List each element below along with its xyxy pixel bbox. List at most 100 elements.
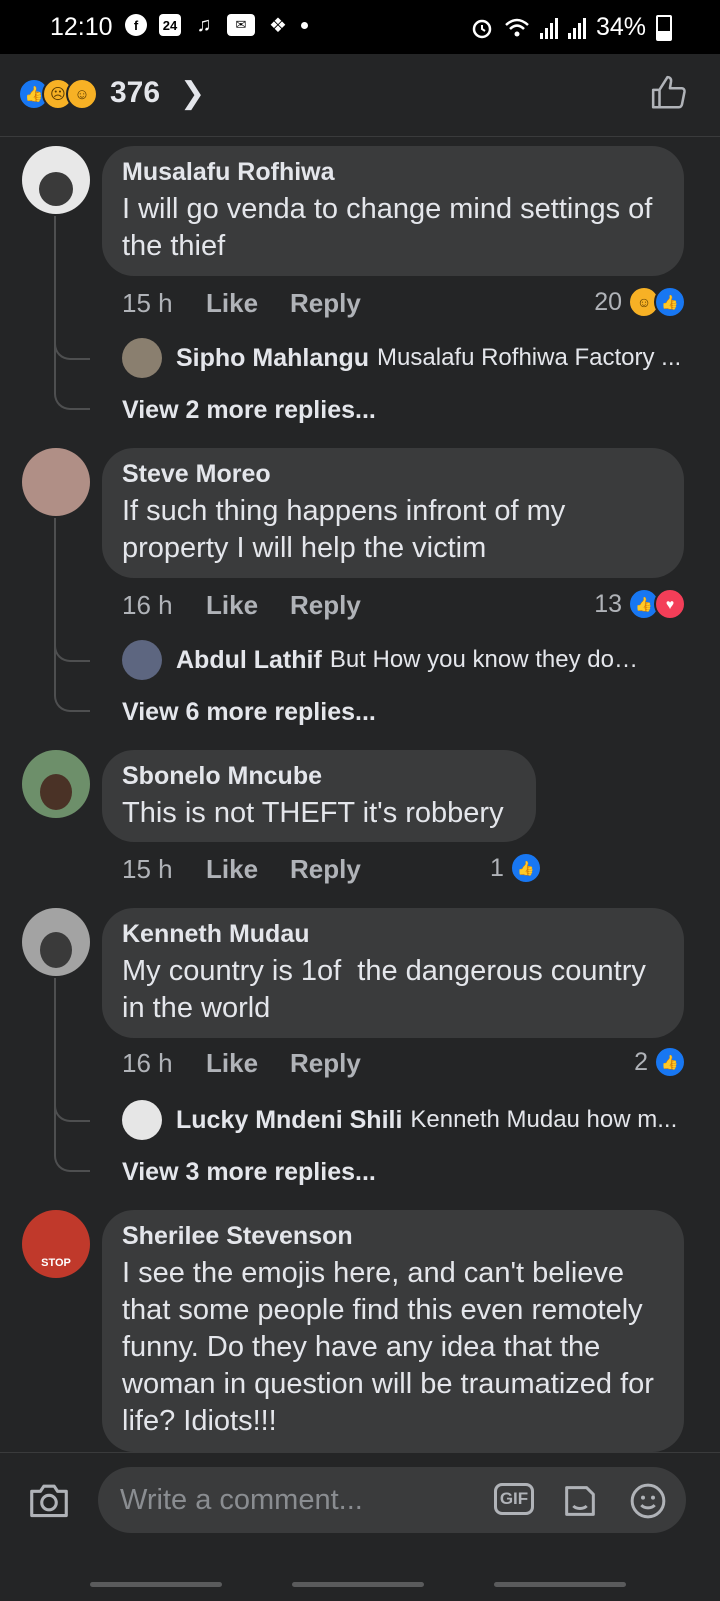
battery-icon <box>656 14 672 41</box>
like-button[interactable]: Like <box>206 854 290 885</box>
avatar[interactable] <box>22 448 90 516</box>
reaction-count[interactable]: 376 <box>110 76 160 110</box>
reaction-count: 2 <box>634 1047 648 1076</box>
gif-button[interactable]: GIF <box>494 1483 534 1515</box>
comment-bubble[interactable]: Steve Moreo If such thing happens infron… <box>102 448 684 578</box>
comment-reactions[interactable]: 2 👍 <box>634 1046 686 1078</box>
like-reaction-icon: 👍 <box>509 852 542 884</box>
reply-preview[interactable]: Abdul Lathif But How you know they don't… <box>122 640 650 680</box>
like-button[interactable]: Like <box>206 288 290 319</box>
comment-actions: 15 h Like Reply <box>122 854 361 885</box>
comment-text: This is not THEFT it's robbery <box>122 797 504 829</box>
like-button[interactable]: Like <box>206 590 290 621</box>
system-nav-bar <box>0 1557 720 1601</box>
chevron-right-icon[interactable]: ❯ <box>180 76 205 111</box>
camera-icon[interactable] <box>28 1481 70 1519</box>
thread-connector <box>54 518 90 712</box>
comment-time[interactable]: 15 h <box>122 288 206 319</box>
reply-button[interactable]: Reply <box>290 1048 361 1079</box>
avatar[interactable] <box>22 146 90 214</box>
comment-bubble[interactable]: Musalafu Rofhiwa I will go venda to chan… <box>102 146 684 276</box>
nav-home[interactable] <box>292 1582 424 1587</box>
nav-back[interactable] <box>494 1582 626 1587</box>
like-reaction-icon: 👍 <box>654 286 686 318</box>
email-icon: ✉ <box>227 14 255 36</box>
comment-text: If such thing happens infront of my prop… <box>122 495 566 564</box>
emoji-icon[interactable] <box>628 1481 668 1521</box>
comment-bubble[interactable]: Kenneth Mudau My country is 1of the dang… <box>102 908 684 1038</box>
notification-icons: f 24 ♫ ✉ ❖ <box>125 13 308 37</box>
comment-author[interactable]: Kenneth Mudau <box>122 920 664 949</box>
like-reaction-icon: 👍 <box>654 1046 686 1078</box>
comment-reactions[interactable]: 20 ☺ 👍 <box>594 286 686 318</box>
comment-time[interactable]: 16 h <box>122 590 206 621</box>
comment-composer: Write a comment... GIF <box>0 1452 720 1601</box>
avatar[interactable] <box>22 750 90 818</box>
reply-button[interactable]: Reply <box>290 854 361 885</box>
comment-author[interactable]: Musalafu Rofhiwa <box>122 158 664 187</box>
notification-icon: ♫ <box>196 13 212 36</box>
reply-author[interactable]: Abdul Lathif <box>176 646 322 675</box>
comment-actions: 16 h Like Reply <box>122 1048 361 1079</box>
comment-text: My country is 1of the dangerous country … <box>122 955 654 1024</box>
reply-author[interactable]: Lucky Mndeni Shili <box>176 1106 402 1135</box>
like-thumb-icon[interactable] <box>650 74 688 112</box>
avatar[interactable] <box>122 338 162 378</box>
comment-time[interactable]: 16 h <box>122 1048 206 1079</box>
reply-text: Kenneth Mudau how m... <box>410 1106 678 1133</box>
comment-reactions[interactable]: 13 👍 ♥ <box>594 588 686 620</box>
battery-percent: 34% <box>595 13 646 41</box>
like-button[interactable]: Like <box>206 1048 290 1079</box>
reply-preview[interactable]: Sipho Mahlangu Musalafu Rofhiwa Factory … <box>122 338 681 378</box>
love-reaction-icon: ♥ <box>654 588 686 620</box>
alarm-icon <box>472 19 492 38</box>
comment-author[interactable]: Steve Moreo <box>122 460 664 489</box>
nav-recents[interactable] <box>90 1582 222 1587</box>
status-right: 34% <box>470 13 672 42</box>
comment-reactions[interactable]: 1 👍 <box>490 852 542 884</box>
comment-actions: 16 h Like Reply <box>122 590 361 621</box>
facebook-icon: f <box>125 14 147 36</box>
comment-actions: 15 h Like Reply <box>122 288 361 319</box>
reply-button[interactable]: Reply <box>290 288 361 319</box>
reply-author[interactable]: Sipho Mahlangu <box>176 344 369 373</box>
status-bar: 12:10 f 24 ♫ ✉ ❖ 34% <box>0 0 720 54</box>
reaction-icons[interactable]: 👍 ☹ ☺ <box>18 78 98 110</box>
avatar-badge: STOP <box>41 1257 71 1269</box>
thread-connector <box>54 216 90 410</box>
comment-author[interactable]: Sbonelo Mncube <box>122 762 516 791</box>
reply-text: But How you know they don't.... <box>329 646 650 673</box>
signal-icon <box>539 17 558 39</box>
reply-button[interactable]: Reply <box>290 590 361 621</box>
avatar[interactable]: STOP <box>22 1210 90 1278</box>
status-time: 12:10 <box>50 13 113 41</box>
signal-icon-2 <box>567 17 586 39</box>
wifi-icon <box>505 18 529 36</box>
reaction-count: 20 <box>594 287 622 316</box>
comment-bubble[interactable]: Sherilee Stevenson I see the emojis here… <box>102 1210 684 1452</box>
comment-time[interactable]: 15 h <box>122 854 206 885</box>
haha-reaction-icon: ☺ <box>66 78 98 110</box>
view-more-replies[interactable]: View 2 more replies... <box>122 396 376 425</box>
view-more-replies[interactable]: View 3 more replies... <box>122 1158 376 1187</box>
comment-input[interactable]: Write a comment... GIF <box>98 1467 686 1533</box>
thread-connector <box>54 978 90 1172</box>
comment-placeholder[interactable]: Write a comment... <box>120 1484 363 1517</box>
reply-text: Musalafu Rofhiwa Factory ... <box>377 344 682 371</box>
comment-text: I see the emojis here, and can't believe… <box>122 1257 654 1437</box>
comment-text: I will go venda to change mind settings … <box>122 193 653 262</box>
reaction-count: 13 <box>594 589 622 618</box>
reply-preview[interactable]: Lucky Mndeni Shili Kenneth Mudau how m..… <box>122 1100 677 1140</box>
view-more-replies[interactable]: View 6 more replies... <box>122 698 376 727</box>
avatar[interactable] <box>122 1100 162 1140</box>
reactions-header[interactable]: 👍 ☹ ☺ 376 ❯ <box>0 54 720 137</box>
comment-bubble[interactable]: Sbonelo Mncube This is not THEFT it's ro… <box>102 750 536 842</box>
more-notifications-dot <box>301 21 308 29</box>
comment-author[interactable]: Sherilee Stevenson <box>122 1222 664 1251</box>
avatar[interactable] <box>22 908 90 976</box>
avatar[interactable] <box>122 640 162 680</box>
calendar-24-icon: 24 <box>159 14 181 36</box>
reaction-count: 1 <box>490 853 504 882</box>
sticker-icon[interactable] <box>560 1481 600 1521</box>
twitter-icon: ❖ <box>269 14 287 37</box>
